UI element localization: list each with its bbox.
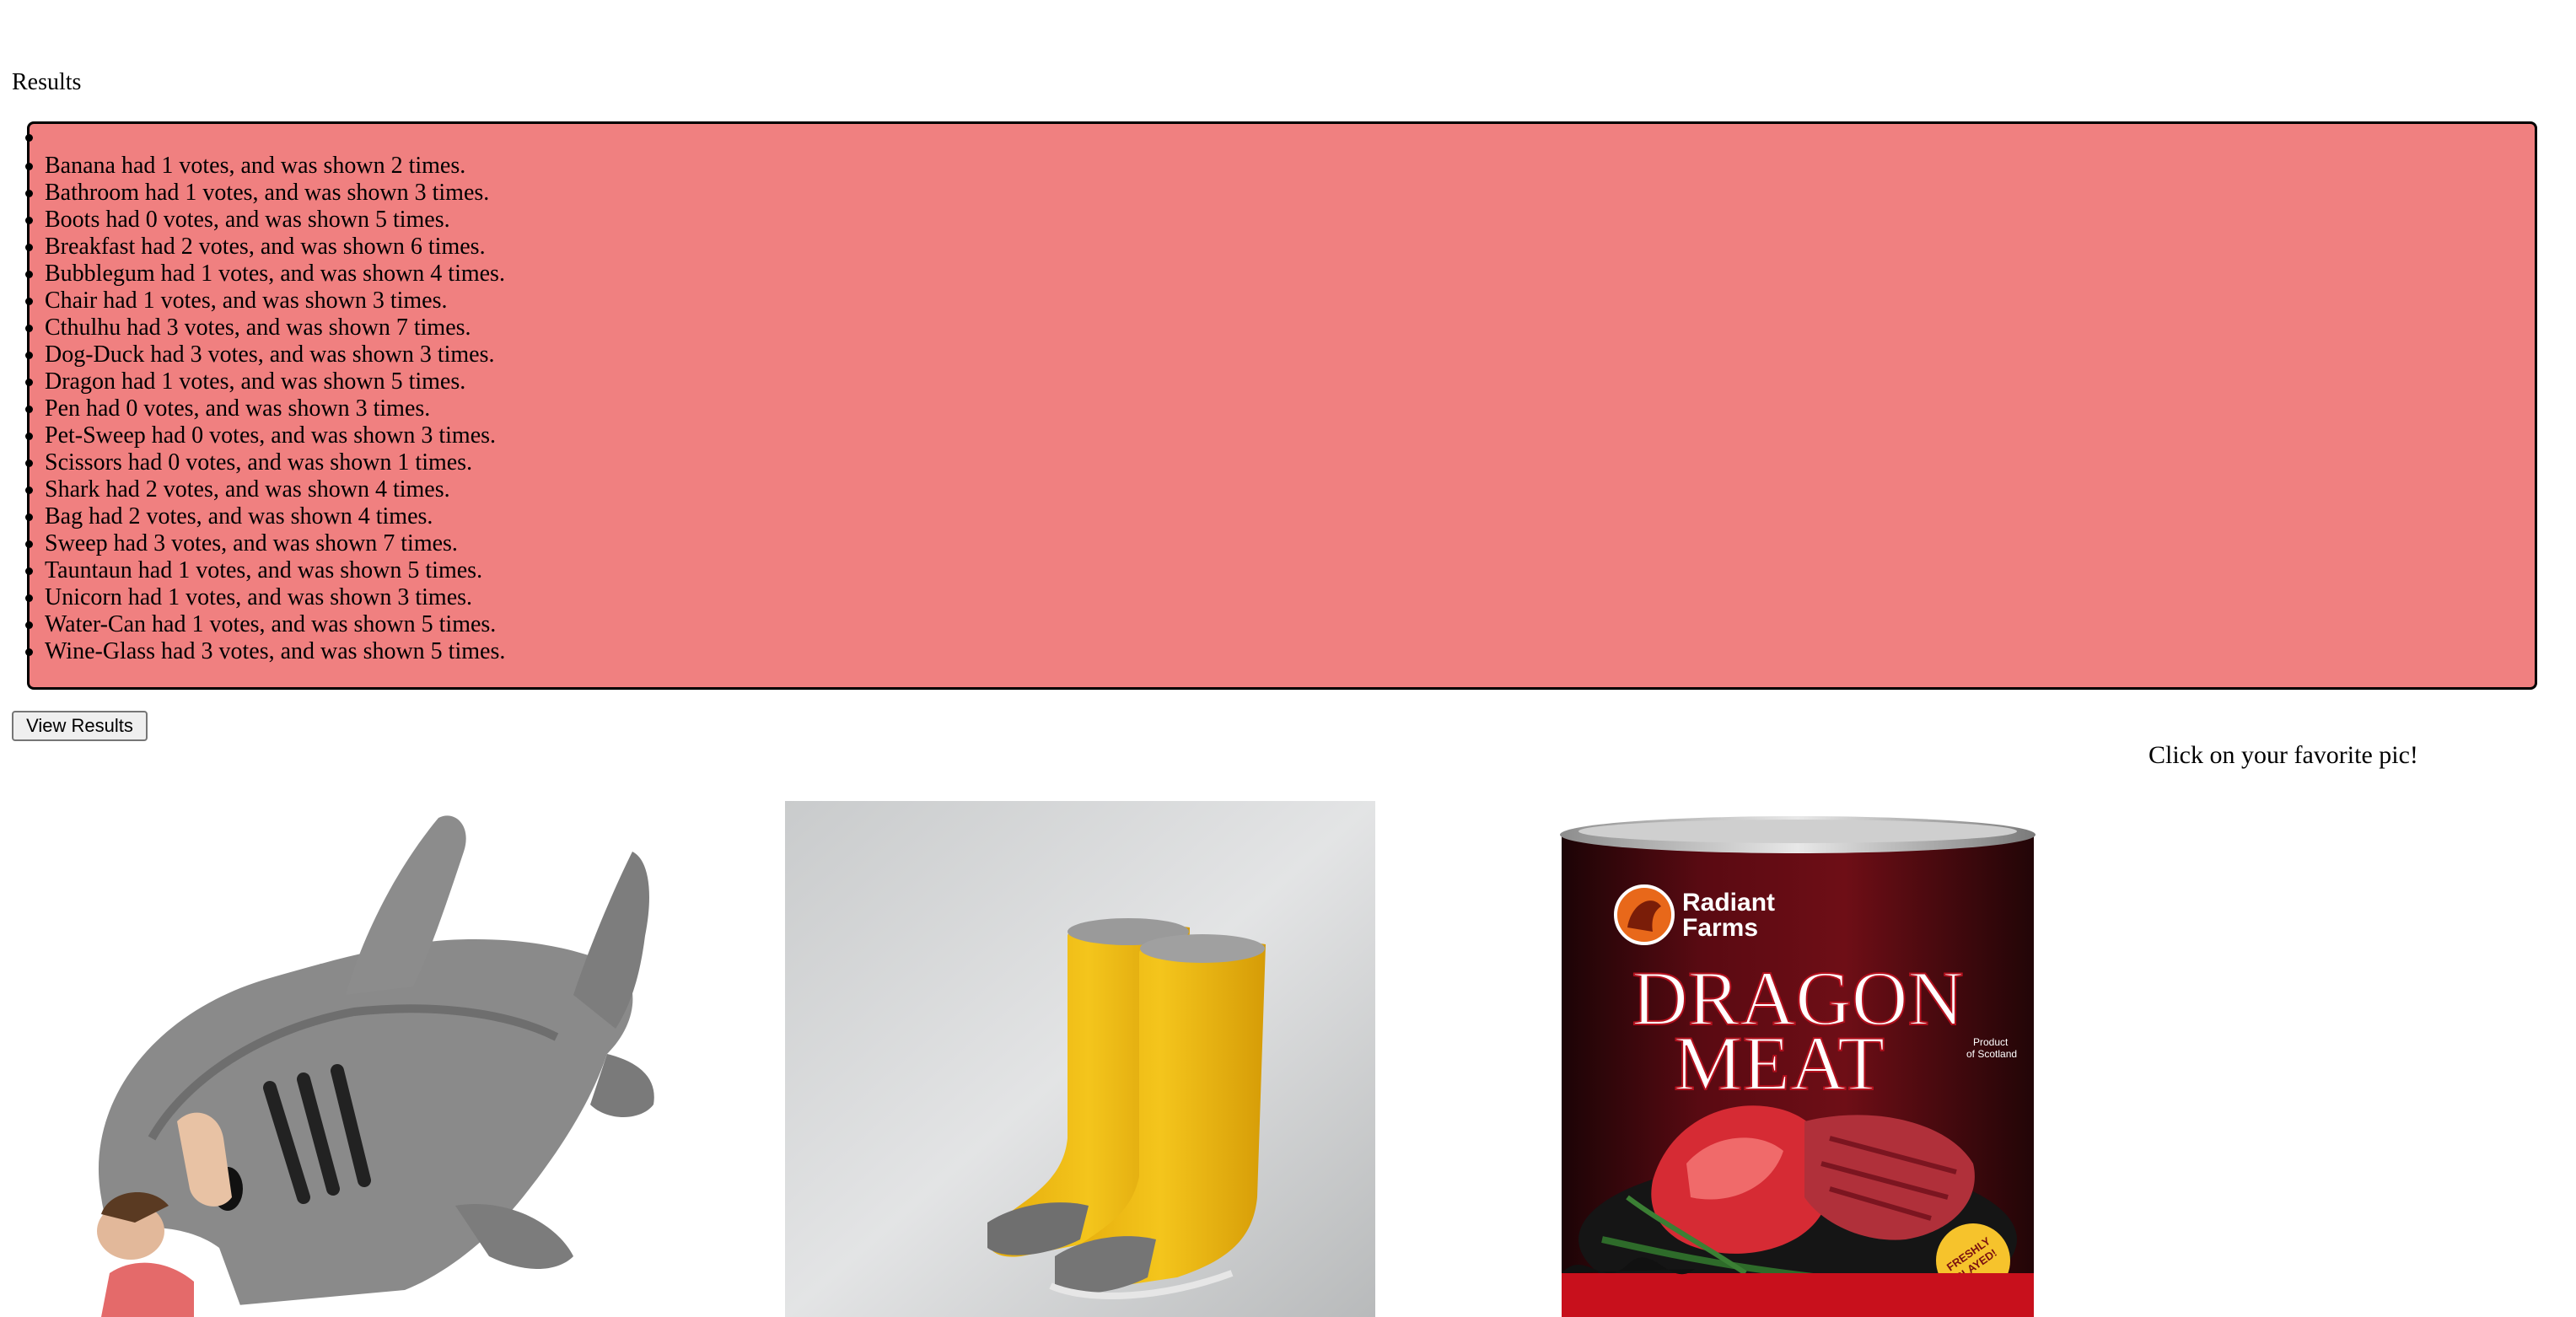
results-panel: Banana had 1 votes, and was shown 2 time… (24, 121, 2537, 690)
results-list-item: Shark had 2 votes, and was shown 4 times… (24, 476, 505, 503)
product-image-shark[interactable] (51, 801, 658, 1317)
view-results-button[interactable]: View Results (12, 711, 148, 741)
results-list-item: Unicorn had 1 votes, and was shown 3 tim… (24, 584, 505, 611)
product-image-boots[interactable] (785, 801, 1375, 1317)
results-list-item: Dragon had 1 votes, and was shown 5 time… (24, 368, 505, 395)
results-heading: Results (12, 69, 82, 95)
results-list-item: Pet-Sweep had 0 votes, and was shown 3 t… (24, 422, 505, 449)
results-list-item: Bubblegum had 1 votes, and was shown 4 t… (24, 261, 505, 288)
results-list-item: Cthulhu had 3 votes, and was shown 7 tim… (24, 314, 505, 341)
results-list-item: Pen had 0 votes, and was shown 3 times. (24, 395, 505, 422)
results-list-item-empty (24, 124, 505, 151)
results-list-item: Bathroom had 1 votes, and was shown 3 ti… (24, 180, 505, 207)
results-list-item: Banana had 1 votes, and was shown 2 time… (24, 153, 505, 180)
results-list-item: Dog-Duck had 3 votes, and was shown 3 ti… (24, 341, 505, 368)
can-title-line2: MEAT (1674, 1020, 1885, 1106)
vote-prompt: Click on your favorite pic! (2148, 741, 2418, 769)
results-list-item: Scissors had 0 votes, and was shown 1 ti… (24, 449, 505, 476)
can-brand-line2: Farms (1682, 914, 1758, 942)
results-list-item: Water-Can had 1 votes, and was shown 5 t… (24, 611, 505, 638)
results-list-item: Sweep had 3 votes, and was shown 7 times… (24, 530, 505, 557)
results-list-item: Chair had 1 votes, and was shown 3 times… (24, 288, 505, 314)
results-list-item: Wine-Glass had 3 votes, and was shown 5 … (24, 638, 505, 665)
product-image-dragon[interactable]: Radiant Farms DRAGON MEAT Product of Sco… (1552, 801, 2041, 1317)
page: Results Banana had 1 votes, and was show… (0, 0, 2576, 1317)
can-origin-line2: of Scotland (1966, 1048, 2017, 1060)
results-list: Banana had 1 votes, and was shown 2 time… (24, 124, 505, 665)
can-origin-line1: Product (1973, 1036, 2009, 1048)
results-list-item: Tauntaun had 1 votes, and was shown 5 ti… (24, 557, 505, 584)
results-list-item: Breakfast had 2 votes, and was shown 6 t… (24, 234, 505, 261)
results-list-item: Bag had 2 votes, and was shown 4 times. (24, 503, 505, 530)
results-list-item: Boots had 0 votes, and was shown 5 times… (24, 207, 505, 234)
can-brand-line1: Radiant (1682, 889, 1775, 917)
